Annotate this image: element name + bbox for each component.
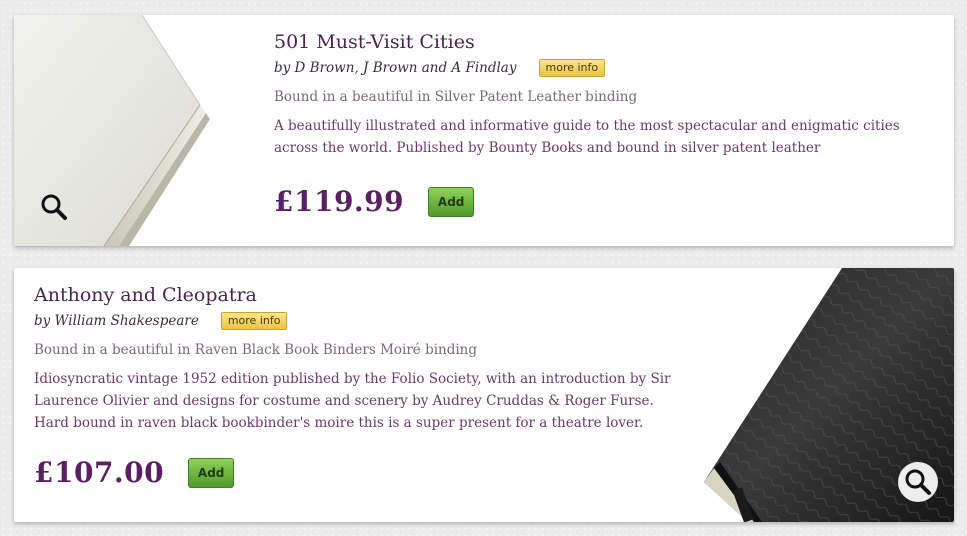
product-binding: Bound in a beautiful in Silver Patent Le… xyxy=(274,89,638,105)
product-description: A beautifully illustrated and informativ… xyxy=(274,118,900,156)
product-author: by D Brown, J Brown and A Findlay xyxy=(274,60,517,76)
price-row: £119.99 Add xyxy=(274,185,475,218)
zoom-button[interactable] xyxy=(898,462,938,502)
product-card: 501 Must-Visit Cities by D Brown, J Brow… xyxy=(14,15,954,246)
product-author: by William Shakespeare xyxy=(34,313,199,329)
magnifier-icon xyxy=(41,194,67,220)
byline-row: by D Brown, J Brown and A Findlay more i… xyxy=(274,57,934,79)
add-to-cart-button[interactable]: Add xyxy=(428,186,475,217)
product-details: Anthony and Cleopatra by William Shakesp… xyxy=(34,282,674,434)
product-card: Anthony and Cleopatra by William Shakesp… xyxy=(14,268,954,522)
product-details: 501 Must-Visit Cities by D Brown, J Brow… xyxy=(274,29,934,159)
magnifier-icon xyxy=(905,469,931,495)
product-price: £119.99 xyxy=(274,185,405,218)
add-to-cart-button[interactable]: Add xyxy=(188,457,235,488)
product-description: Idiosyncratic vintage 1952 edition publi… xyxy=(34,371,671,431)
price-row: £107.00 Add xyxy=(34,456,235,489)
product-binding: Bound in a beautiful in Raven Black Book… xyxy=(34,342,478,358)
more-info-button[interactable]: more info xyxy=(220,312,288,330)
more-info-button[interactable]: more info xyxy=(538,59,606,77)
product-title[interactable]: 501 Must-Visit Cities xyxy=(274,29,934,55)
product-price: £107.00 xyxy=(34,456,165,489)
product-title[interactable]: Anthony and Cleopatra xyxy=(34,282,674,308)
byline-row: by William Shakespeare more info xyxy=(34,310,674,332)
zoom-button[interactable] xyxy=(34,187,74,227)
